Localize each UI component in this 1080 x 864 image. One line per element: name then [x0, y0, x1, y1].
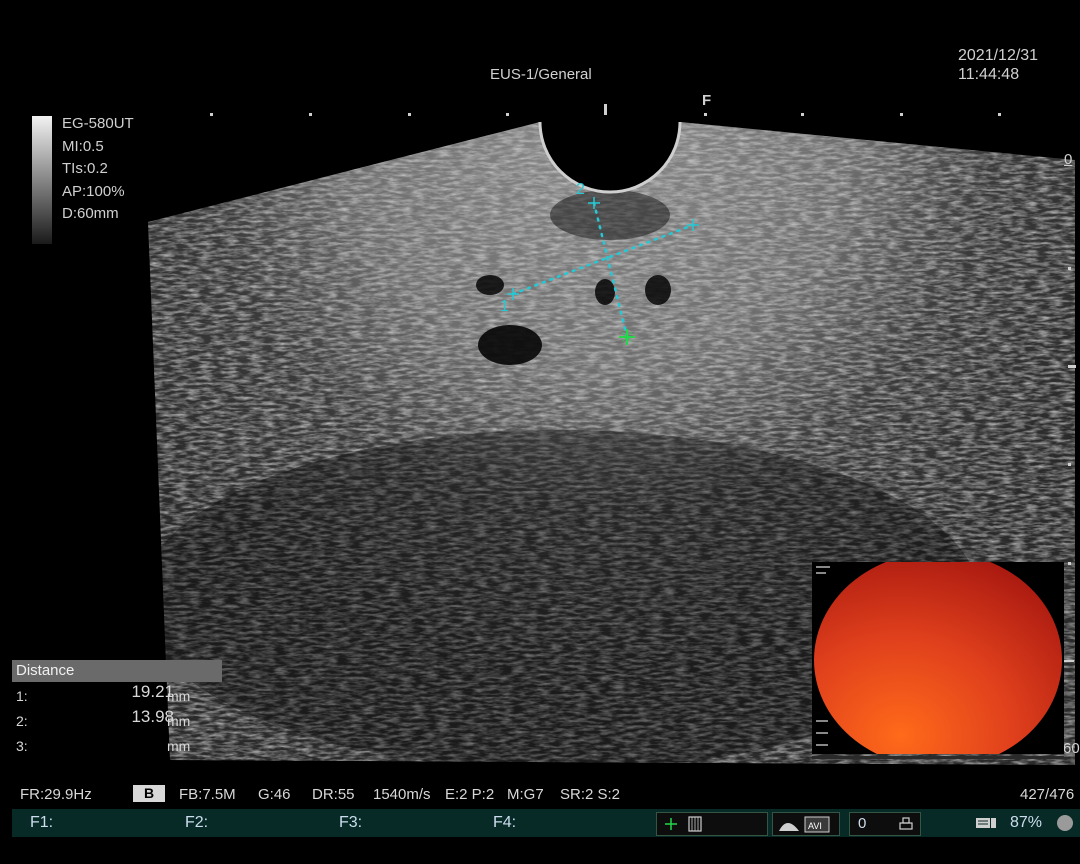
mode-badge[interactable]: B: [133, 785, 165, 802]
distance-row: 1: 19.21 mm: [12, 682, 222, 707]
svg-text:AVI: AVI: [808, 821, 822, 831]
distance-row: 3: mm: [12, 732, 222, 757]
caliper-2-label: 2: [576, 181, 585, 198]
distance-value: 13.98: [131, 707, 174, 726]
distance-row: 2: 13.98 mm: [12, 707, 222, 732]
grayscale-bar: [32, 116, 52, 244]
record-avi-button[interactable]: AVI: [772, 812, 840, 836]
distance-value: 19.21: [131, 682, 174, 701]
probe-info: EG-580UT MI:0.5 TIs:0.2 AP:100% D:60mm: [62, 113, 134, 226]
gain: G:46: [258, 786, 291, 803]
frame-counter: 427/476: [1020, 786, 1075, 803]
battery-percent: 87%: [1010, 814, 1043, 831]
depth-top-label: 0: [1064, 151, 1073, 168]
enhance-persistence: E:2 P:2: [445, 786, 495, 803]
f4-key[interactable]: F4:: [493, 814, 516, 832]
date-time: 2021/12/31 11:44:48: [958, 46, 1038, 84]
caliper-icon: [665, 816, 702, 832]
caliper-tool-button[interactable]: [656, 812, 768, 836]
distance-unit: mm: [167, 688, 191, 704]
depth-tick: [1068, 365, 1076, 368]
status-indicator-icon: [1057, 815, 1073, 831]
storage-icon: [976, 818, 996, 828]
mode-title: EUS-1/General: [490, 66, 592, 83]
counter-value: 0: [858, 815, 867, 832]
depth-tick: [1068, 267, 1071, 270]
orientation-marker: F: [702, 92, 712, 109]
frame-rate: FR:29.9Hz: [20, 786, 92, 803]
distance-index: 2:: [16, 713, 28, 729]
dynamic-range: DR:55: [312, 786, 355, 803]
probe-model: EG-580UT: [62, 115, 134, 132]
time: 11:44:48: [958, 66, 1020, 83]
frequency-band: FB:7.5M: [179, 786, 236, 803]
distance-unit: mm: [167, 713, 191, 729]
distance-index: 1:: [16, 688, 28, 704]
function-key-bar: F1: F2: F3: F4: AVI 0 87%: [12, 809, 1080, 837]
distance-index: 3:: [16, 738, 28, 754]
map-setting: M:G7: [507, 786, 544, 803]
thermal-index: TIs:0.2: [62, 160, 108, 177]
printer-icon: [899, 817, 913, 830]
distance-title: Distance: [12, 660, 222, 682]
distance-unit: mm: [167, 738, 191, 754]
caliper-1-label: 1: [500, 298, 509, 315]
acoustic-power: AP:100%: [62, 182, 125, 200]
f1-key[interactable]: F1:: [30, 814, 53, 832]
f2-key[interactable]: F2:: [185, 814, 208, 832]
imaging-parameters: FR:29.9Hz B FB:7.5M G:46 DR:55 1540m/s E…: [0, 780, 1080, 806]
endoscope-view: [812, 562, 1072, 767]
endoscope-image: [812, 562, 1064, 759]
f3-key[interactable]: F3:: [339, 814, 362, 832]
date: 2021/12/31: [958, 47, 1039, 64]
counter-box[interactable]: 0: [849, 812, 921, 836]
distance-panel: Distance 1: 19.21 mm 2: 13.98 mm 3: mm: [12, 660, 222, 757]
sound-speed: 1540m/s: [373, 786, 431, 803]
movie-avi-icon: AVI: [779, 816, 830, 833]
depth-tick: [1068, 463, 1071, 466]
mechanical-index: MI:0.5: [62, 137, 104, 155]
depth: D:60mm: [62, 205, 119, 222]
sr-s-setting: SR:2 S:2: [560, 786, 621, 803]
